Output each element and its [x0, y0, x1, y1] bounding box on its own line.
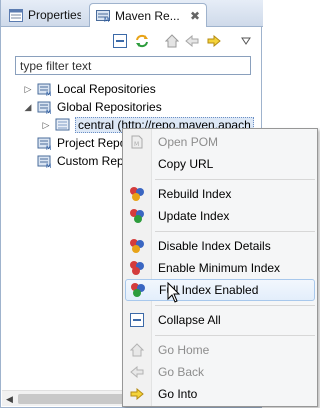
- tab-bar: Properties M Maven Re... ✖: [1, 0, 263, 27]
- disable-index-icon: [128, 238, 146, 254]
- go-home-button[interactable]: [163, 32, 181, 50]
- expand-icon[interactable]: ▷: [41, 120, 51, 130]
- refresh-button[interactable]: [133, 32, 151, 50]
- svg-text:M: M: [46, 109, 51, 114]
- forward-arrow-icon: [128, 386, 146, 402]
- svg-text:M: M: [46, 163, 51, 168]
- collapse-icon[interactable]: ◢: [23, 102, 33, 112]
- maven-repo-icon: M: [96, 10, 110, 22]
- svg-text:M: M: [104, 17, 109, 22]
- menu-item-label: Rebuild Index: [158, 187, 232, 201]
- tree-item-label: Custom Rep: [57, 154, 124, 168]
- filter-input[interactable]: [15, 56, 251, 75]
- repository-icon: [55, 118, 70, 131]
- view-menu-button[interactable]: [237, 32, 255, 50]
- tree-item-label: Local Repositories: [57, 82, 156, 96]
- view-menu-icon: [241, 37, 251, 45]
- tab-properties-label: Properties: [28, 8, 81, 22]
- mouse-pointer-icon: [167, 282, 181, 303]
- collapse-all-icon: [113, 34, 127, 48]
- menu-item-go-back[interactable]: Go Back: [125, 361, 315, 383]
- collapse-all-icon: [128, 312, 146, 328]
- menu-item-go-home[interactable]: Go Home: [125, 339, 315, 361]
- home-icon: [165, 34, 179, 48]
- menu-item-full-index-enabled[interactable]: Full Index Enabled: [125, 279, 315, 301]
- menu-separator: [155, 335, 315, 336]
- forward-arrow-icon: [207, 35, 221, 47]
- scroll-left-icon[interactable]: ◀: [6, 394, 13, 405]
- menu-item-rebuild-index[interactable]: Rebuild Index: [125, 183, 315, 205]
- rebuild-index-icon: [128, 186, 146, 202]
- menu-separator: [155, 305, 315, 306]
- close-icon[interactable]: ✖: [190, 9, 200, 23]
- repository-group-icon: M: [37, 101, 51, 114]
- menu-item-label: Copy URL: [158, 157, 214, 171]
- refresh-icon: [136, 34, 148, 48]
- menu-item-label: Collapse All: [158, 313, 221, 327]
- repository-group-icon: M: [37, 83, 51, 96]
- svg-text:M: M: [134, 141, 139, 148]
- pom-file-icon: M: [128, 134, 146, 150]
- menu-item-copy-url[interactable]: Copy URL: [125, 153, 315, 175]
- repository-group-icon: M: [37, 155, 51, 168]
- full-index-icon: [129, 282, 147, 298]
- expand-icon[interactable]: ▷: [23, 84, 33, 94]
- collapse-all-button[interactable]: [111, 32, 129, 50]
- menu-separator: [155, 179, 315, 180]
- menu-item-label: Open POM: [158, 135, 219, 149]
- go-into-button[interactable]: [205, 32, 223, 50]
- back-arrow-icon: [185, 35, 199, 47]
- menu-item-label: Update Index: [158, 209, 230, 223]
- tab-properties[interactable]: Properties: [3, 3, 87, 27]
- tree-item-global-repositories[interactable]: ◢ M Global Repositories: [23, 98, 162, 116]
- menu-item-label: Go Home: [158, 343, 210, 357]
- menu-item-enable-minimum-index[interactable]: Enable Minimum Index: [125, 257, 315, 279]
- menu-separator: [155, 231, 315, 232]
- menu-icon-spacer: [128, 156, 146, 172]
- home-icon: [128, 342, 146, 358]
- back-arrow-icon: [128, 364, 146, 380]
- tab-maven-repositories[interactable]: M Maven Re... ✖: [89, 3, 207, 27]
- menu-item-label: Go Back: [158, 365, 205, 379]
- context-menu: M Open POM Copy URL Rebuild Index Update…: [122, 128, 318, 407]
- menu-item-label: Enable Minimum Index: [158, 261, 281, 275]
- menu-item-label: Disable Index Details: [158, 239, 271, 253]
- svg-text:M: M: [46, 91, 51, 96]
- tree-item-project-repositories[interactable]: M Project Repo: [37, 134, 126, 152]
- tab-maven-label: Maven Re...: [115, 8, 180, 23]
- menu-item-label: Go Into: [158, 387, 198, 401]
- tree-item-custom-repositories[interactable]: M Custom Rep: [37, 152, 124, 170]
- update-index-icon: [128, 208, 146, 224]
- go-back-button[interactable]: [183, 32, 201, 50]
- tree-item-local-repositories[interactable]: ▷ M Local Repositories: [23, 80, 156, 98]
- menu-item-collapse-all[interactable]: Collapse All: [125, 309, 315, 331]
- minimum-index-icon: [128, 260, 146, 276]
- menu-item-update-index[interactable]: Update Index: [125, 205, 315, 227]
- tree-item-label: Global Repositories: [57, 100, 162, 114]
- menu-item-go-into[interactable]: Go Into: [125, 383, 315, 405]
- tree-item-label: Project Repo: [57, 136, 127, 150]
- svg-text:M: M: [46, 145, 51, 150]
- menu-item-disable-index-details[interactable]: Disable Index Details: [125, 235, 315, 257]
- view-toolbar: [1, 30, 263, 52]
- menu-item-open-pom[interactable]: M Open POM: [125, 131, 315, 153]
- repository-group-icon: M: [37, 137, 51, 150]
- properties-icon: [9, 8, 23, 22]
